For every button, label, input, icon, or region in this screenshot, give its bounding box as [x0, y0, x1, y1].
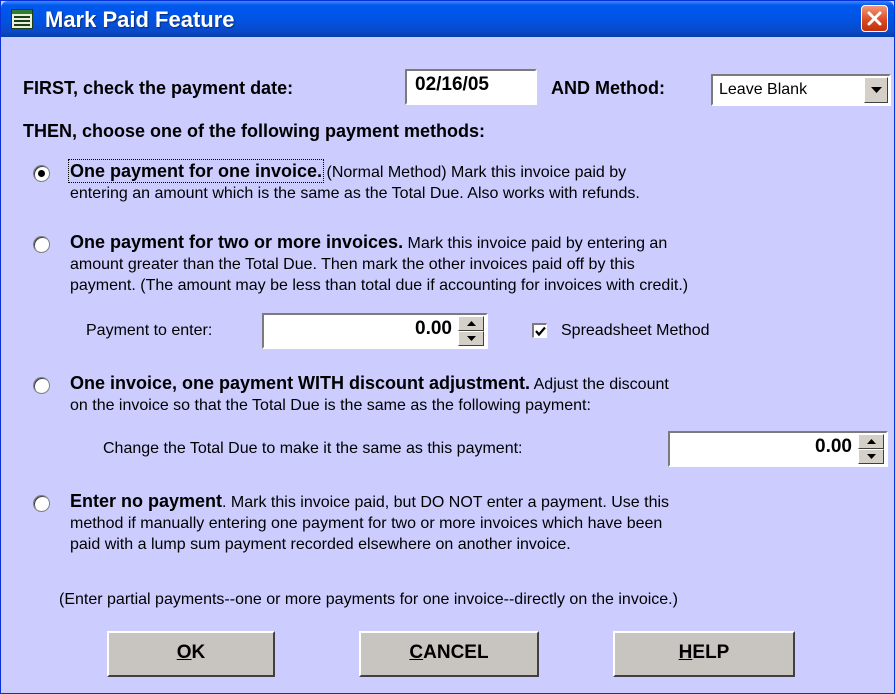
spin-up-button[interactable]	[458, 316, 484, 331]
option-one-payment-one-invoice: One payment for one invoice. (Normal Met…	[67, 159, 880, 204]
title-bar[interactable]: Mark Paid Feature	[1, 1, 894, 37]
radio-one-payment-multiple-invoices[interactable]	[33, 236, 50, 253]
radio-one-payment-one-invoice[interactable]	[33, 165, 50, 182]
form-icon	[11, 9, 33, 29]
method-select[interactable]: Leave Blank	[711, 74, 891, 106]
ok-mnemonic: O	[176, 642, 192, 663]
spin-down-button[interactable]	[858, 449, 884, 464]
option-3-heading[interactable]: One invoice, one payment WITH discount a…	[70, 373, 530, 393]
option-2-heading[interactable]: One payment for two or more invoices.	[70, 232, 403, 252]
cancel-mnemonic: C	[409, 642, 424, 663]
ok-label: K	[191, 642, 206, 663]
option-4-line-2: method if manually entering one payment …	[70, 515, 663, 532]
method-label: AND Method:	[551, 78, 665, 98]
cancel-button[interactable]: CANCEL	[359, 631, 539, 677]
option-3-line-2: on the invoice so that the Total Due is …	[70, 397, 591, 414]
spin-down-button[interactable]	[458, 331, 484, 346]
option-4-heading[interactable]: Enter no payment	[70, 491, 222, 511]
option-one-payment-multiple-invoices: One payment for two or more invoices. Ma…	[70, 232, 880, 296]
help-mnemonic: H	[678, 642, 693, 663]
spin-up-button[interactable]	[858, 434, 884, 449]
payment-date-value: 02/16/05	[415, 74, 489, 95]
then-label: THEN, choose one of the following paymen…	[23, 121, 486, 141]
change-total-value: 0.00	[815, 436, 852, 457]
mark-paid-dialog: Mark Paid Feature FIRST, check the payme…	[0, 0, 895, 694]
payment-date-input[interactable]: 02/16/05	[405, 69, 537, 105]
option-1-heading[interactable]: One payment for one invoice.	[67, 159, 325, 183]
partial-payments-note: (Enter partial payments--one or more pay…	[59, 591, 678, 608]
window-title: Mark Paid Feature	[45, 7, 235, 32]
payment-date-label: FIRST, check the payment date:	[23, 78, 294, 98]
option-2-text: Mark this invoice paid by entering an	[403, 235, 668, 252]
payment-to-enter-value: 0.00	[415, 318, 452, 339]
option-2-line-2: amount greater than the Total Due. Then …	[70, 256, 635, 273]
help-button[interactable]: HELP	[613, 631, 795, 677]
close-button[interactable]	[861, 5, 888, 32]
change-total-label: Change the Total Due to make it the same…	[103, 440, 523, 457]
spreadsheet-method-checkbox[interactable]	[532, 323, 547, 338]
payment-spinner[interactable]	[458, 316, 484, 346]
option-3-text: Adjust the discount	[530, 376, 669, 393]
method-dropdown-button[interactable]	[864, 77, 888, 103]
payment-to-enter-label: Payment to enter:	[86, 322, 213, 339]
method-select-value: Leave Blank	[719, 81, 808, 98]
change-total-input[interactable]: 0.00	[668, 431, 888, 467]
option-4-text: . Mark this invoice paid, but DO NOT ent…	[222, 494, 670, 511]
radio-no-payment[interactable]	[33, 495, 50, 512]
radio-discount-adjustment[interactable]	[33, 377, 50, 394]
option-4-line-3: paid with a lump sum payment recorded el…	[70, 536, 571, 553]
option-1-text: (Normal Method) Mark this invoice paid b…	[322, 164, 627, 181]
change-total-spinner[interactable]	[858, 434, 884, 464]
option-1-line-2: entering an amount which is the same as …	[70, 185, 640, 202]
radio-selected-dot	[38, 170, 45, 177]
option-no-payment: Enter no payment. Mark this invoice paid…	[70, 491, 880, 555]
payment-to-enter-input[interactable]: 0.00	[262, 313, 488, 349]
ok-button[interactable]: OK	[107, 631, 275, 677]
cancel-label: ANCEL	[423, 642, 489, 663]
spreadsheet-method-label[interactable]: Spreadsheet Method	[561, 322, 710, 340]
option-2-line-3: payment. (The amount may be less than to…	[70, 277, 689, 294]
option-discount-adjustment: One invoice, one payment WITH discount a…	[70, 373, 880, 416]
help-label: ELP	[692, 642, 730, 663]
